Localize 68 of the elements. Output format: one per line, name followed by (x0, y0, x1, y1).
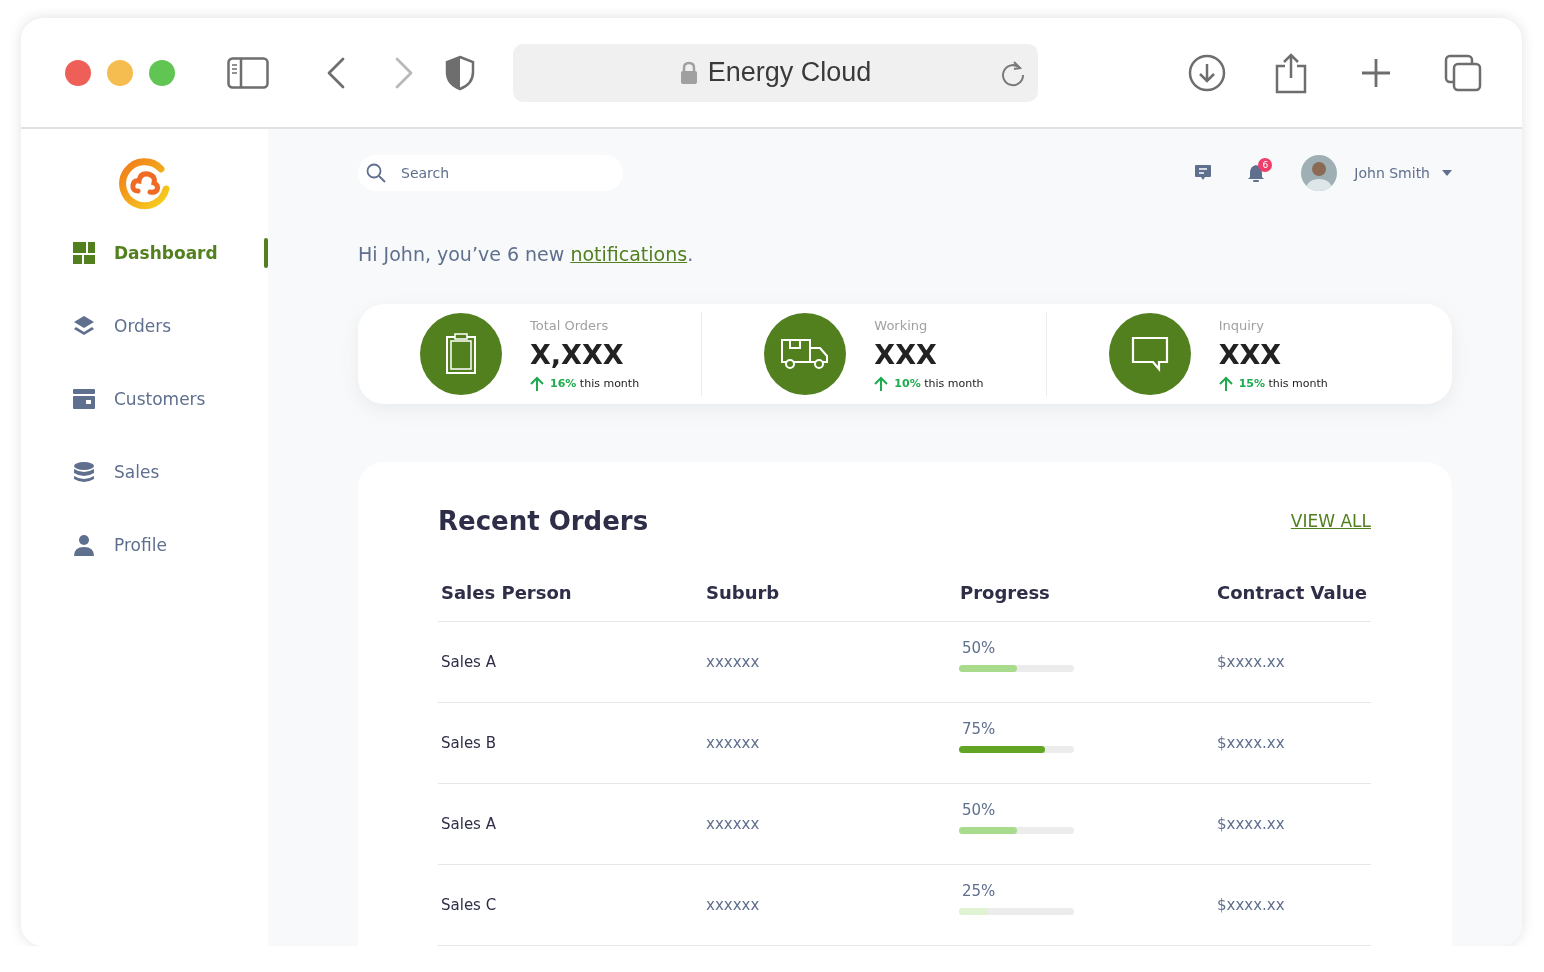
column-header: Progress (959, 582, 1051, 603)
greeting-text: Hi John, you’ve 6 new notifications. (358, 243, 695, 265)
stat-value: X,XXX (530, 338, 625, 370)
avatar[interactable] (1301, 155, 1338, 191)
reload-icon[interactable] (1000, 58, 1026, 87)
progress-reading: 25% (961, 881, 997, 900)
dashboard-icon (73, 241, 95, 264)
table-cell-text: Sales A (440, 815, 497, 833)
back-icon[interactable] (325, 56, 347, 89)
nav-item[interactable]: Customers (21, 362, 268, 435)
shield-icon[interactable] (445, 54, 475, 91)
lock-icon (679, 60, 698, 85)
table-cell-text: $xxxx.xx (1216, 896, 1286, 914)
download-icon[interactable] (1188, 53, 1226, 92)
nav-item[interactable]: Orders (21, 289, 268, 362)
up-arrow-icon (1218, 375, 1233, 391)
stat-value: XXX (1218, 338, 1283, 370)
table-cell-text: $xxxx.xx (1216, 653, 1286, 671)
caret-icon[interactable] (1442, 170, 1452, 176)
progress-reading: 75% (961, 719, 997, 738)
table-cell-text: xxxxxx (705, 815, 761, 833)
user-name[interactable]: John Smith (1354, 165, 1430, 181)
search-field[interactable]: Search (358, 155, 623, 191)
nav-item[interactable]: Profile (21, 508, 268, 581)
column-header: Suburb (705, 582, 781, 603)
notification-badge: 6 (1258, 157, 1273, 172)
layers-icon (73, 314, 95, 337)
column-header: Contract Value (1216, 582, 1368, 603)
close-button[interactable] (65, 59, 91, 86)
table-cell-text: Sales B (440, 734, 497, 752)
share-icon[interactable] (1274, 51, 1308, 94)
sidebar-icon[interactable] (227, 56, 269, 89)
speech-bubble-icon (1130, 336, 1169, 372)
card-icon (73, 387, 95, 410)
clipboard-icon (445, 333, 477, 375)
stat-label: Total Orders (530, 317, 610, 333)
table-cell-text: Sales C (440, 896, 498, 914)
database-icon (73, 460, 95, 483)
nav-item[interactable]: Sales (21, 435, 268, 508)
person-icon (73, 533, 95, 556)
bell-icon[interactable] (1247, 163, 1266, 183)
table-cell-text: xxxxxx (705, 734, 761, 752)
table-cell-text: xxxxxx (705, 896, 761, 914)
progress-reading: 50% (961, 638, 997, 657)
nav-item[interactable]: Dashboard (21, 216, 268, 289)
progress-reading: 50% (961, 800, 997, 819)
notifications-link[interactable]: notifications (570, 243, 688, 265)
table-cell-text: xxxxxx (705, 653, 761, 671)
stat-label: Inquiry (1218, 317, 1265, 333)
section-title: Recent Orders (438, 506, 649, 536)
stat-change: 16% this month (550, 376, 640, 390)
column-header: Sales Person (440, 582, 573, 603)
stat-change: 10% this month (894, 376, 984, 390)
table-cell-text: Sales A (440, 653, 497, 671)
plus-icon[interactable] (1360, 56, 1392, 89)
truck-icon (780, 338, 831, 370)
table-cell-text: $xxxx.xx (1216, 815, 1286, 833)
address-bar[interactable]: Energy Cloud (513, 43, 1038, 102)
logo-icon (116, 155, 172, 211)
stat-change: 15% this month (1238, 376, 1328, 390)
stat-label: Working (874, 317, 929, 333)
up-arrow-icon (530, 375, 544, 391)
view-all-link[interactable]: VIEW ALL (1290, 511, 1371, 531)
table-cell-text: $xxxx.xx (1216, 734, 1286, 752)
stat-value: XXX (874, 338, 938, 370)
tabs-icon[interactable] (1444, 53, 1482, 92)
page-title: Energy Cloud (707, 57, 872, 88)
up-arrow-icon (874, 375, 889, 391)
